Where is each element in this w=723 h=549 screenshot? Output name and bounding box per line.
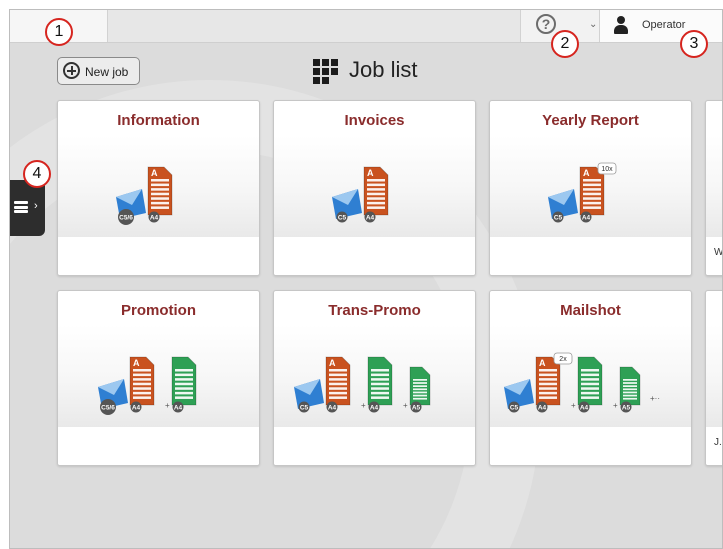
chevron-right-icon: ›: [34, 200, 38, 212]
svg-text:A4: A4: [132, 405, 141, 412]
job-card-title: Mailshot: [560, 302, 621, 319]
job-card-title: Trans-Promo: [328, 302, 421, 319]
user-name: Operator: [642, 19, 686, 31]
job-illustration: C5<AA4: [274, 135, 475, 237]
svg-text:C5: C5: [338, 215, 347, 222]
svg-text:+: +: [613, 401, 618, 410]
svg-text:+: +: [165, 401, 170, 410]
svg-text:A4: A4: [582, 215, 591, 222]
svg-text:A4: A4: [580, 405, 589, 412]
job-card-title: Promotion: [121, 302, 196, 319]
svg-text:+: +: [571, 401, 576, 410]
job-illustration: [706, 325, 722, 427]
svg-text:A: A: [367, 168, 374, 178]
svg-text:2x: 2x: [559, 356, 567, 363]
svg-text:A4: A4: [370, 405, 379, 412]
svg-text:C5: C5: [300, 405, 309, 412]
svg-text:+··: +··: [650, 394, 660, 403]
svg-text:A4: A4: [174, 405, 183, 412]
job-card[interactable]: Trans-PromoC5<AA4+A4+A5: [273, 290, 476, 466]
job-illustration: [706, 135, 722, 237]
svg-text:A: A: [151, 168, 158, 178]
app-screen: ? ⌄ Operator New job Job list › Informat…: [9, 9, 723, 549]
job-card-footer: J.: [706, 427, 722, 465]
job-card-footer: [58, 427, 259, 465]
job-card-footer: W: [706, 237, 723, 275]
svg-text:+: +: [361, 401, 366, 410]
job-illustration: C5<A10xA4: [490, 135, 691, 237]
svg-text:10x: 10x: [601, 166, 613, 173]
job-card-title: Invoices: [344, 112, 405, 129]
svg-text:A: A: [329, 358, 336, 368]
svg-text:A4: A4: [366, 215, 375, 222]
new-job-label: New job: [85, 65, 129, 79]
plus-circle-icon: [63, 62, 80, 79]
top-bar: ? ⌄ Operator: [10, 10, 722, 43]
user-icon: [614, 16, 628, 36]
job-card-footer-text: W: [714, 247, 723, 258]
job-card-title: Yearly Report: [542, 112, 639, 129]
page-title-text: Job list: [349, 57, 418, 82]
job-card-footer: [490, 237, 691, 275]
new-job-button[interactable]: New job: [57, 57, 140, 85]
job-card-footer: [274, 427, 475, 465]
job-illustration: C5<A2xA4+A4+A5+··: [490, 325, 691, 427]
top-bar-status-area: [108, 10, 520, 42]
svg-text:A4: A4: [328, 405, 337, 412]
grid-icon: [313, 59, 339, 84]
question-circle-icon: ?: [536, 14, 556, 34]
callout-2: 2: [551, 30, 579, 58]
svg-text:A: A: [539, 358, 546, 368]
job-illustration: C5/6<AA4: [58, 135, 259, 237]
svg-text:A5: A5: [622, 405, 631, 412]
svg-text:+: +: [403, 401, 408, 410]
svg-text:A: A: [583, 168, 590, 178]
job-card[interactable]: W: [705, 100, 723, 276]
svg-text:C5/6: C5/6: [101, 405, 115, 412]
svg-text:A: A: [133, 358, 140, 368]
svg-text:A5: A5: [412, 405, 421, 412]
job-illustration: C5/6<AA4+A4: [58, 325, 259, 427]
job-card[interactable]: MailshotC5<A2xA4+A4+A5+··: [489, 290, 692, 466]
job-card[interactable]: Yearly ReportC5<A10xA4: [489, 100, 692, 276]
callout-3: 3: [680, 30, 708, 58]
job-card-footer: [490, 427, 691, 465]
job-card-footer: [58, 237, 259, 275]
list-icon: [14, 201, 28, 213]
svg-text:C5: C5: [554, 215, 563, 222]
callout-1: 1: [45, 18, 73, 46]
job-card[interactable]: PromotionC5/6<AA4+A4: [57, 290, 260, 466]
svg-text:A4: A4: [538, 405, 547, 412]
svg-text:A4: A4: [150, 215, 159, 222]
job-card-footer-text: J.: [714, 437, 722, 448]
callout-4: 4: [23, 160, 51, 188]
job-card-title: Information: [117, 112, 200, 129]
svg-text:C5: C5: [510, 405, 519, 412]
job-illustration: C5<AA4+A4+A5: [274, 325, 475, 427]
job-card[interactable]: J.: [705, 290, 722, 466]
svg-text:C5/6: C5/6: [119, 215, 133, 222]
chevron-down-icon[interactable]: ⌄: [589, 19, 597, 30]
job-card-footer: [274, 237, 475, 275]
job-card[interactable]: InformationC5/6<AA4: [57, 100, 260, 276]
side-menu-toggle[interactable]: ›: [10, 180, 45, 236]
job-card[interactable]: InvoicesC5<AA4: [273, 100, 476, 276]
